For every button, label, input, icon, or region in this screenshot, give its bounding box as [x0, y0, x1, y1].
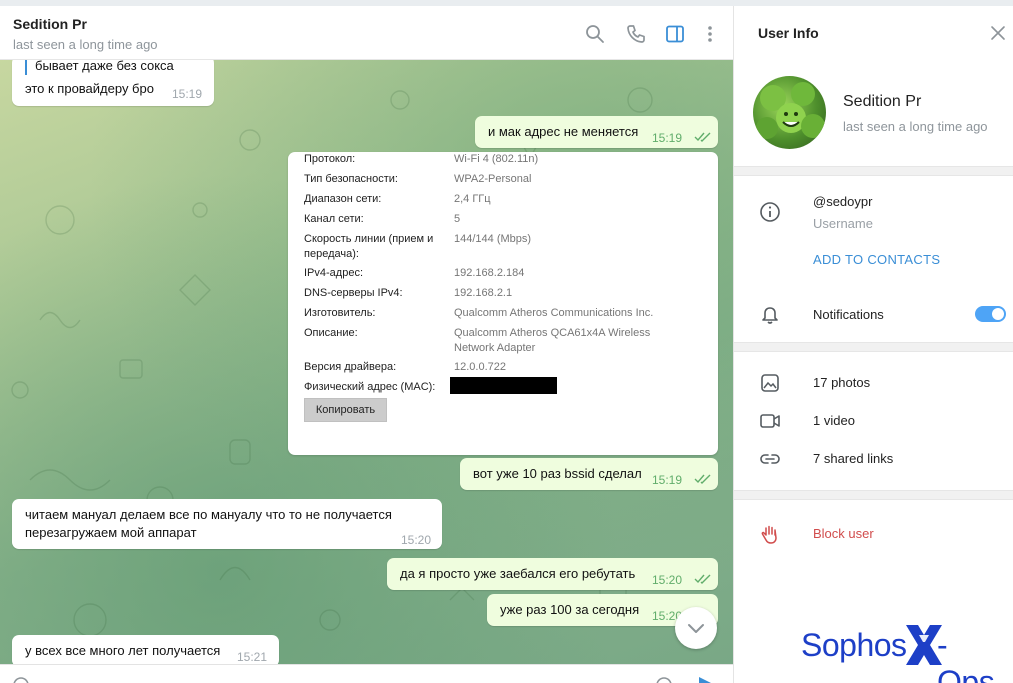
message-text: перезагружаем мой аппарат: [25, 525, 197, 540]
section-divider: [734, 166, 1013, 176]
message-time: 15:19: [172, 87, 203, 101]
message-outgoing[interactable]: и мак адрес не меняется 15:19: [475, 116, 718, 148]
redacted-mac-address: [450, 377, 557, 394]
message-composer[interactable]: [0, 664, 733, 683]
wifi-properties-screenshot[interactable]: Протокол: Wi-Fi 4 (802.11n) Тип безопасн…: [288, 152, 718, 455]
message-time: 15:19: [652, 131, 683, 145]
avatar[interactable]: [753, 76, 826, 149]
media-video-item[interactable]: 1 video: [813, 413, 855, 428]
property-key: DNS-серверы IPv4:: [304, 287, 403, 299]
property-value: 192.168.2.184: [454, 267, 525, 279]
read-checkmarks-icon: [694, 132, 711, 142]
chat-header: Sedition Pr last seen a long time ago: [0, 6, 733, 60]
message-text: и мак адрес не меняется: [488, 124, 639, 139]
info-icon: [759, 201, 781, 223]
property-value: 144/144 (Mbps): [454, 233, 532, 245]
property-key: передача):: [304, 248, 359, 260]
send-icon[interactable]: [697, 675, 715, 683]
logo-text-part2: -Ops: [937, 627, 995, 683]
property-value: WPA2-Personal: [454, 173, 532, 185]
more-options-icon[interactable]: [699, 23, 721, 45]
photo-icon: [759, 372, 781, 394]
username-label: Username: [813, 216, 873, 231]
message-outgoing[interactable]: да я просто уже заебался его ребутать 15…: [387, 558, 718, 590]
sophos-xops-logo: Sophos -Ops: [800, 623, 1000, 683]
copy-button: Копировать: [304, 398, 387, 422]
message-time: 15:19: [652, 473, 683, 487]
property-key: Канал сети:: [304, 213, 364, 225]
close-icon[interactable]: [990, 25, 1006, 41]
quote-bar: [25, 59, 27, 75]
notifications-toggle[interactable]: [975, 306, 1006, 322]
chevron-down-icon: [688, 624, 704, 633]
message-text: читаем мануал делаем все по мануалу что …: [25, 507, 392, 522]
phone-icon[interactable]: [625, 23, 647, 45]
block-user-button[interactable]: Block user: [813, 526, 874, 541]
property-value: 12.0.0.722: [454, 361, 506, 373]
chat-background: бывает даже без сокса это к провайдеру б…: [0, 56, 733, 667]
property-value: Wi-Fi 4 (802.11n): [454, 153, 539, 165]
property-key: Протокол:: [304, 153, 356, 165]
property-value: Network Adapter: [454, 342, 536, 354]
user-info-panel: User Info Sedition Pr last seen a long t…: [733, 6, 1013, 683]
message-text: да я просто уже заебался его ребутать: [400, 566, 636, 581]
attach-icon[interactable]: [12, 676, 30, 683]
media-photos-item[interactable]: 17 photos: [813, 375, 870, 390]
username-value[interactable]: @sedoypr: [813, 194, 872, 209]
property-key: Тип безопасности:: [304, 173, 398, 185]
property-key: Версия драйвера:: [304, 361, 397, 373]
chat-status: last seen a long time ago: [13, 37, 158, 52]
property-value: Qualcomm Atheros QCA61x4A Wireless: [454, 327, 651, 339]
link-icon: [759, 448, 781, 470]
property-key: Физический адрес (MAC):: [304, 381, 436, 393]
media-links-item[interactable]: 7 shared links: [813, 451, 893, 466]
property-key: IPv4-адрес:: [304, 267, 364, 279]
top-strip: [0, 0, 1013, 6]
section-divider: [734, 490, 1013, 500]
property-key: Скорость линии (прием и: [304, 233, 434, 245]
property-value: 2,4 ГГц: [454, 193, 491, 205]
message-time: 15:20: [401, 533, 432, 547]
telegram-window: Sedition Pr last seen a long time ago бы…: [0, 0, 1013, 683]
message-incoming[interactable]: у всех все много лет получается 15:21: [12, 635, 279, 667]
message-incoming[interactable]: бывает даже без сокса это к провайдеру б…: [12, 56, 214, 106]
message-text: у всех все много лет получается: [25, 643, 221, 658]
search-icon[interactable]: [584, 23, 606, 45]
notifications-label: Notifications: [813, 307, 884, 322]
property-key: Диапазон сети:: [304, 193, 382, 205]
property-value: 5: [454, 213, 461, 225]
message-outgoing[interactable]: вот уже 10 раз bssid сделал 15:19: [460, 458, 718, 490]
logo-text-part1: Sophos: [801, 627, 907, 663]
section-divider: [734, 342, 1013, 352]
message-text: вот уже 10 раз bssid сделал: [473, 466, 642, 481]
read-checkmarks-icon: [694, 574, 711, 584]
read-checkmarks-icon: [694, 474, 711, 484]
bell-icon: [759, 303, 781, 325]
profile-name: Sedition Pr: [843, 93, 922, 110]
video-icon: [759, 410, 781, 432]
sidebar-toggle-icon[interactable]: [664, 23, 686, 45]
emoji-icon[interactable]: [655, 676, 673, 683]
chat-area: Sedition Pr last seen a long time ago бы…: [0, 0, 733, 683]
message-text: уже раз 100 за сегодня: [500, 602, 640, 617]
scroll-to-bottom-button[interactable]: [675, 607, 717, 649]
property-value: Qualcomm Atheros Communications Inc.: [454, 307, 654, 319]
property-value: 192.168.2.1: [454, 287, 513, 299]
panel-title: User Info: [758, 25, 819, 41]
message-time: 15:20: [652, 573, 683, 587]
add-to-contacts-button[interactable]: ADD TO CONTACTS: [813, 252, 940, 267]
profile-status: last seen a long time ago: [843, 119, 988, 134]
property-key: Изготовитель:: [304, 307, 376, 319]
message-text: это к провайдеру бро: [25, 81, 154, 96]
chat-title[interactable]: Sedition Pr: [13, 16, 87, 32]
property-key: Описание:: [304, 327, 358, 339]
hand-stop-icon: [759, 523, 781, 545]
avatar-image: [756, 82, 825, 139]
message-incoming[interactable]: читаем мануал делаем все по мануалу что …: [12, 499, 442, 549]
